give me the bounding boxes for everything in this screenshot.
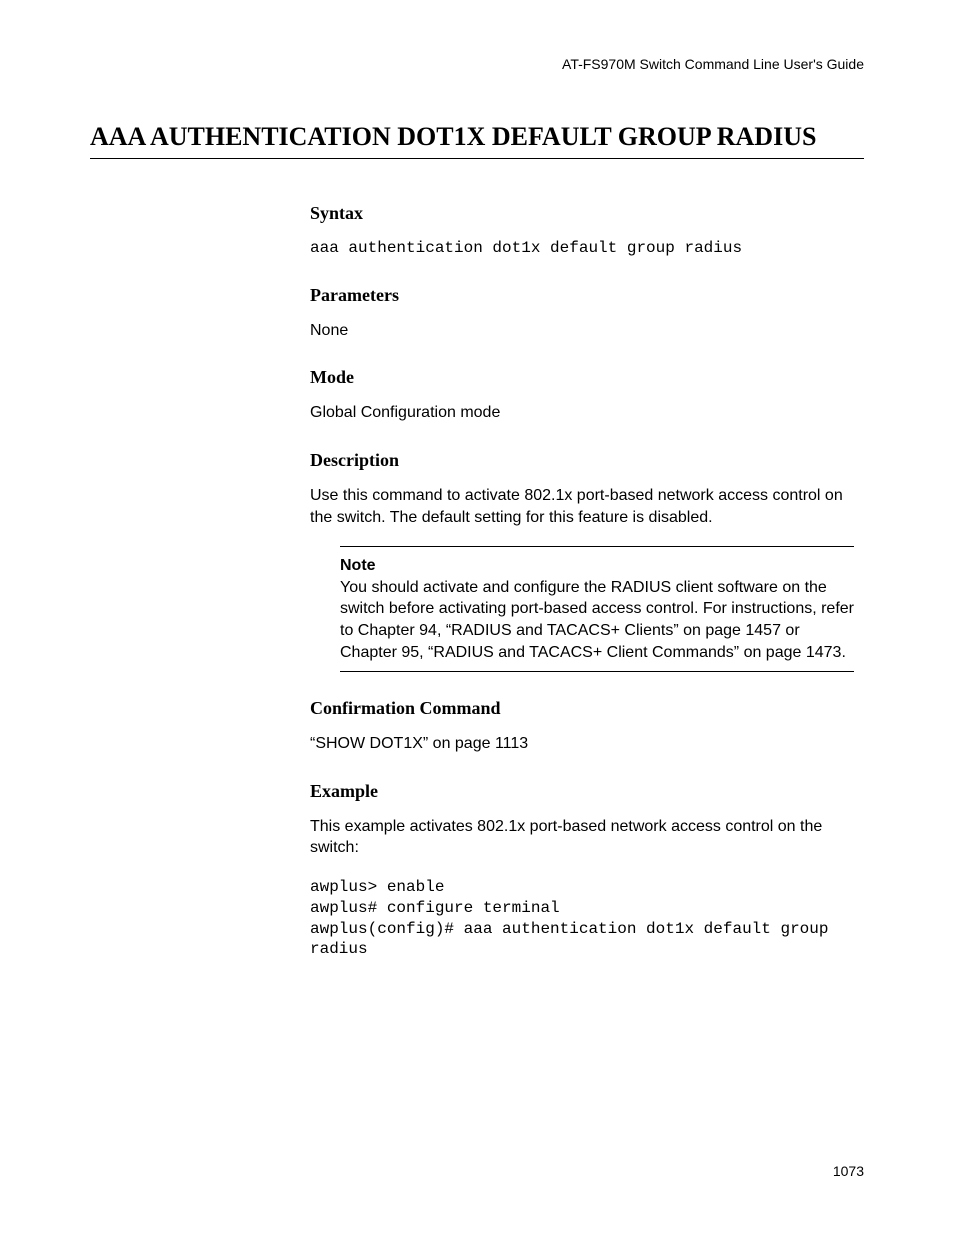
example-body: This example activates 802.1x port-based… <box>310 816 854 859</box>
parameters-heading: Parameters <box>310 285 854 306</box>
confirmation-body: “SHOW DOT1X” on page 1113 <box>310 733 854 755</box>
page-title: AAA AUTHENTICATION DOT1X DEFAULT GROUP R… <box>90 122 864 159</box>
mode-heading: Mode <box>310 367 854 388</box>
mode-body: Global Configuration mode <box>310 402 854 424</box>
description-heading: Description <box>310 450 854 471</box>
note-body: You should activate and configure the RA… <box>340 579 854 661</box>
example-code: awplus> enable awplus# configure termina… <box>310 877 854 960</box>
confirmation-heading: Confirmation Command <box>310 698 854 719</box>
syntax-heading: Syntax <box>310 203 854 224</box>
parameters-body: None <box>310 320 854 342</box>
note-box: Note You should activate and configure t… <box>340 546 854 672</box>
syntax-code: aaa authentication dot1x default group r… <box>310 238 854 259</box>
page-number: 1073 <box>833 1163 864 1179</box>
description-body: Use this command to activate 802.1x port… <box>310 485 854 528</box>
example-heading: Example <box>310 781 854 802</box>
page-header: AT-FS970M Switch Command Line User's Gui… <box>90 56 864 72</box>
note-label: Note <box>340 557 376 574</box>
content-body: Syntax aaa authentication dot1x default … <box>310 203 854 960</box>
